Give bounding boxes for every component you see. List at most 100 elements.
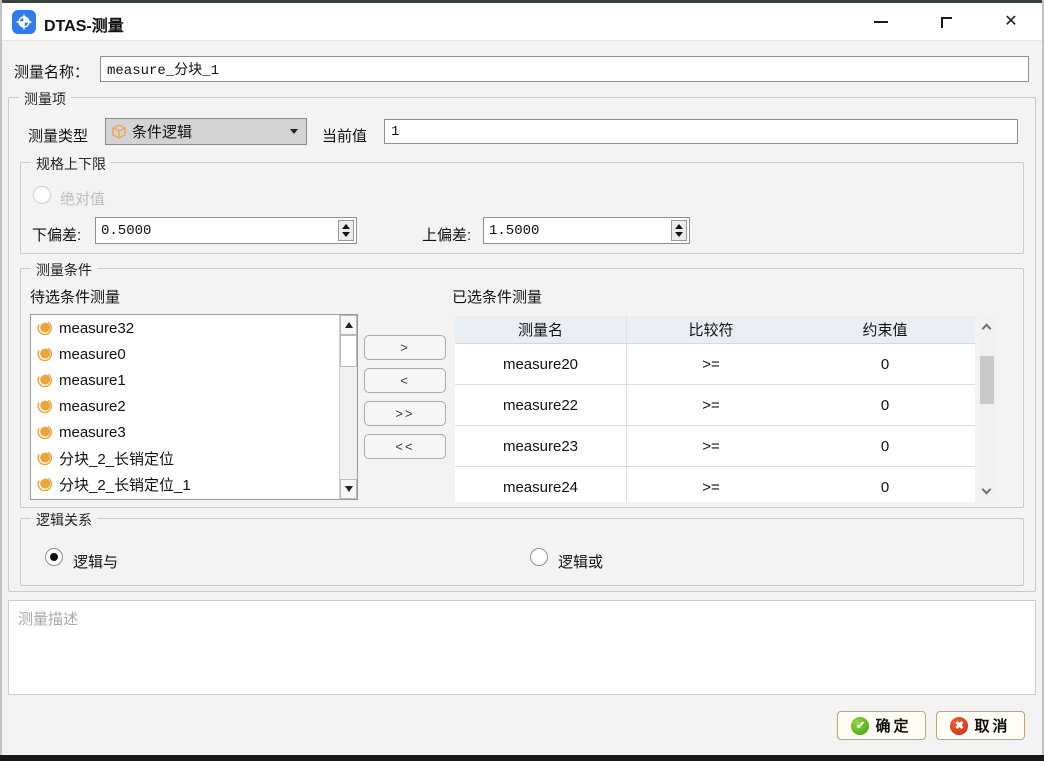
logic-and-label: 逻辑与 [73,551,118,572]
table-header-name: 测量名 [455,316,627,343]
list-item-label: measure32 [59,320,134,337]
minimize-button[interactable] [863,7,899,37]
list-item-label: measure2 [59,398,126,415]
upper-deviation-spinner[interactable] [483,217,690,244]
current-value-input[interactable] [384,119,1018,144]
ok-button-label: 确定 [875,715,911,736]
window-title: DTAS-测量 [44,12,124,36]
window-border-bottom [0,755,1044,761]
chevron-down-icon [290,129,298,134]
absolute-value-radio [33,186,51,204]
measure-bullet-icon [36,372,53,389]
list-item[interactable]: measure3 [31,419,339,445]
upper-deviation-input[interactable] [484,218,669,243]
measure-bullet-icon [36,346,53,363]
move-right-button[interactable]: > [364,335,446,360]
table-row[interactable]: measure23 >= 0 [455,426,975,467]
measure-item-group-title: 测量项 [19,89,71,109]
table-header-constraint: 约束值 [795,316,975,343]
lower-deviation-spin-buttons[interactable] [338,220,354,241]
measure-type-label: 测量类型 [28,125,88,146]
logic-and-radio[interactable] [45,548,63,566]
table-row[interactable]: measure20 >= 0 [455,344,975,385]
list-item[interactable]: measure1 [31,367,339,393]
scroll-down-button[interactable] [340,479,357,499]
list-item[interactable]: 分块_2_长销定位_1 [31,471,339,497]
cell-constraint-value: 0 [795,344,975,384]
scroll-up-button[interactable] [340,315,357,335]
logic-relation-group-title: 逻辑关系 [31,510,97,530]
cross-circle-icon: ✖ [950,717,968,735]
list-item-label: 分块_2_长销定位 [59,448,174,469]
close-icon: ✕ [1004,14,1017,30]
list-item-label: 分块_2_长销定位_1 [59,474,191,495]
cell-measure-name: measure24 [455,467,627,502]
lower-deviation-input[interactable] [96,218,336,243]
close-button[interactable]: ✕ [993,7,1029,37]
measure-name-input[interactable] [100,56,1029,82]
measure-bullet-icon [36,398,53,415]
measure-bullet-icon [36,424,53,441]
spec-limits-group-title: 规格上下限 [31,154,111,174]
scroll-down-icon [982,485,992,495]
logic-or-label: 逻辑或 [558,551,603,572]
candidate-measure-list: measure32 measure0 measure1 measure2 mea… [30,314,358,500]
minimize-icon [874,21,888,23]
table-header-comparator: 比较符 [627,316,795,343]
cell-measure-name: measure22 [455,385,627,425]
table-row[interactable]: measure24 >= 0 [455,467,975,502]
measure-description-textarea[interactable] [8,600,1036,695]
dialog-window: DTAS-测量 ✕ 测量名称： 测量项 测量类型 条件逻辑 当前值 规格 [0,0,1044,761]
cancel-button[interactable]: ✖ 取消 [936,711,1025,740]
logic-or-radio[interactable] [530,548,548,566]
lower-deviation-spinner[interactable] [95,217,357,244]
list-item[interactable]: measure32 [31,315,339,341]
list-item-label: measure1 [59,372,126,389]
upper-deviation-spin-buttons[interactable] [671,220,687,241]
condition-logic-icon [110,123,128,141]
candidate-list-items: measure32 measure0 measure1 measure2 mea… [31,315,339,499]
cell-constraint-value: 0 [795,467,975,502]
cell-comparator: >= [627,426,795,466]
scrollbar-thumb[interactable] [340,335,357,367]
list-item[interactable]: measure2 [31,393,339,419]
cell-comparator: >= [627,467,795,502]
table-row[interactable]: measure22 >= 0 [455,385,975,426]
list-item[interactable]: measure0 [31,341,339,367]
cell-constraint-value: 0 [795,385,975,425]
selected-table-scrollbar[interactable] [978,316,996,502]
cell-constraint-value: 0 [795,426,975,466]
measure-bullet-icon [36,476,53,493]
move-all-right-button[interactable]: >> [364,401,446,426]
spin-up-icon [675,224,683,229]
scroll-up-icon [982,324,992,334]
current-value-label: 当前值 [322,125,367,146]
measure-bullet-icon [36,320,53,337]
list-item[interactable]: 分块_2_长销定位 [31,445,339,471]
measure-name-label: 测量名称： [14,61,89,82]
candidate-list-scrollbar[interactable] [339,315,357,499]
selected-conditions-table: 测量名 比较符 约束值 measure20 >= 0 measure22 >= … [455,316,975,502]
titlebar[interactable]: DTAS-测量 ✕ [2,3,1042,41]
spin-down-icon [342,232,350,237]
scroll-down-icon [345,486,353,492]
cell-measure-name: measure20 [455,344,627,384]
scroll-up-icon [345,322,353,328]
ok-button[interactable]: ✔ 确定 [837,711,926,740]
move-left-button[interactable]: < [364,368,446,393]
measure-type-value: 条件逻辑 [132,121,286,142]
scrollbar-thumb[interactable] [980,356,994,404]
list-item-label: measure0 [59,346,126,363]
app-icon [12,10,36,34]
table-header-row: 测量名 比较符 约束值 [455,316,975,344]
maximize-button[interactable] [928,7,964,37]
selected-table-label: 已选条件测量 [452,286,542,307]
move-all-left-button[interactable]: << [364,434,446,459]
logic-relation-group: 逻辑关系 [20,518,1024,586]
measure-type-select[interactable]: 条件逻辑 [105,118,307,145]
check-circle-icon: ✔ [851,717,869,735]
list-item-label: measure3 [59,424,126,441]
candidate-list-label: 待选条件测量 [30,286,120,307]
spin-down-icon [675,232,683,237]
cell-measure-name: measure23 [455,426,627,466]
